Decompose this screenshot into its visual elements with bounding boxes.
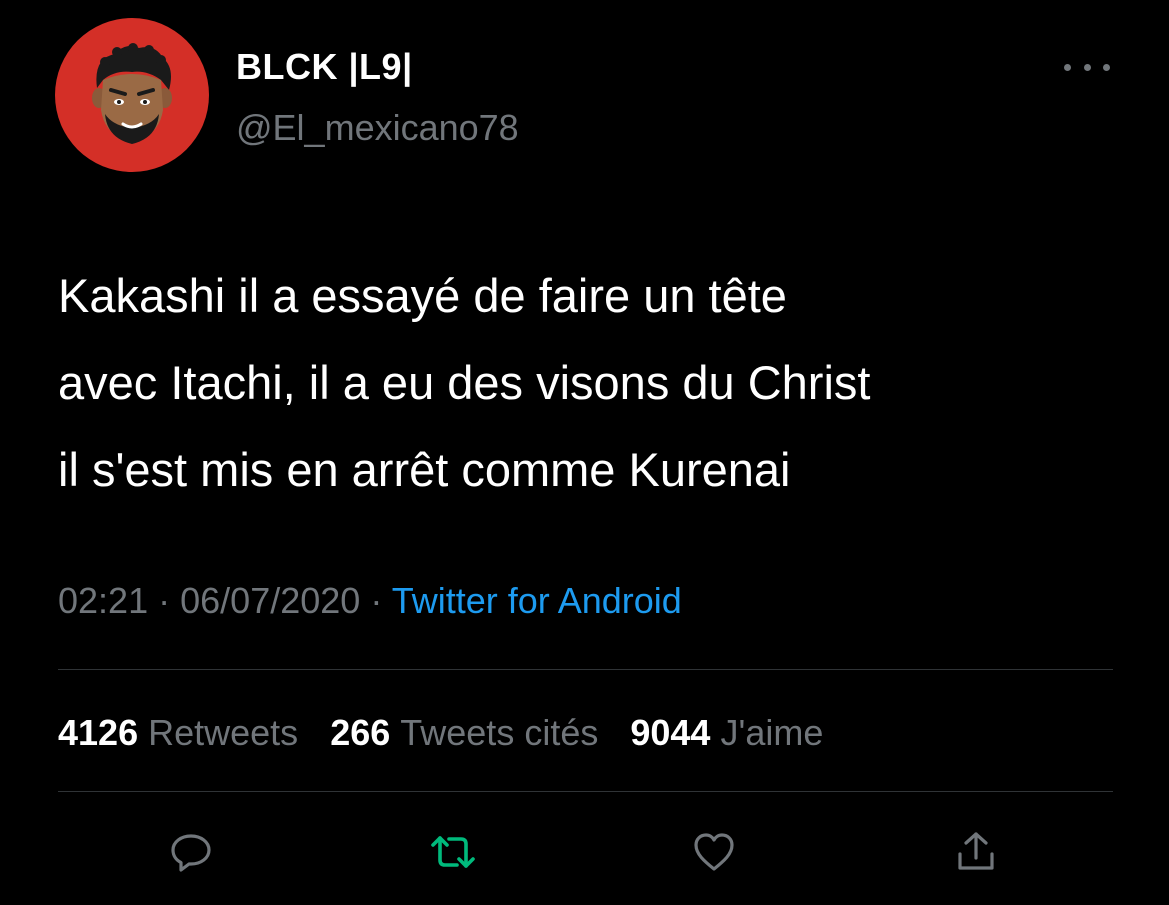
cartoon-face-avatar-icon	[92, 43, 172, 144]
quote-tweets-stat[interactable]: 266 Tweets cités	[330, 712, 598, 753]
retweets-count: 4126	[58, 712, 139, 753]
tweet-time: 02:21	[58, 580, 149, 621]
tweet-text-line: Kakashi il a essayé de faire un tête	[58, 269, 787, 322]
reply-icon	[171, 834, 211, 872]
likes-stat[interactable]: 9044 J'aime	[630, 712, 823, 753]
tweet-source-link[interactable]: Twitter for Android	[392, 580, 682, 621]
more-options-button[interactable]	[1064, 54, 1110, 80]
dot-icon	[1064, 63, 1071, 71]
tweet-stats: 4126 Retweets 266 Tweets cités 9044 J'aime	[58, 712, 845, 754]
divider	[58, 791, 1113, 792]
tweet-date: 06/07/2020	[180, 580, 361, 621]
quote-tweets-label: Tweets cités	[400, 712, 599, 753]
meta-separator: ·	[370, 580, 383, 621]
tweet-text: Kakashi il a essayé de faire un tête ave…	[58, 252, 1148, 513]
heart-icon	[694, 833, 734, 871]
quote-tweets-count: 266	[330, 712, 391, 753]
retweets-stat[interactable]: 4126 Retweets	[58, 712, 298, 753]
dot-icon	[1083, 63, 1091, 71]
tweet-meta: 02:21 · 06/07/2020 · Twitter for Android	[58, 580, 682, 622]
retweet-button[interactable]	[423, 822, 483, 882]
share-icon	[958, 832, 994, 870]
tweet-text-line: il s'est mis en arrêt comme Kurenai	[58, 443, 791, 496]
display-name[interactable]: BLCK |L9|	[236, 46, 413, 88]
tweet-text-line: avec Itachi, il a eu des visons du Chris…	[58, 356, 871, 409]
likes-count: 9044	[630, 712, 711, 753]
dot-icon	[1103, 63, 1110, 71]
user-handle[interactable]: @El_mexicano78	[236, 107, 519, 149]
reply-button[interactable]	[161, 822, 221, 882]
like-button[interactable]	[684, 822, 744, 882]
avatar[interactable]	[55, 18, 209, 172]
divider	[58, 669, 1113, 670]
retweet-icon	[431, 836, 475, 868]
likes-label: J'aime	[720, 712, 824, 753]
retweets-label: Retweets	[148, 712, 299, 753]
meta-separator: ·	[158, 580, 171, 621]
share-button[interactable]	[946, 822, 1006, 882]
